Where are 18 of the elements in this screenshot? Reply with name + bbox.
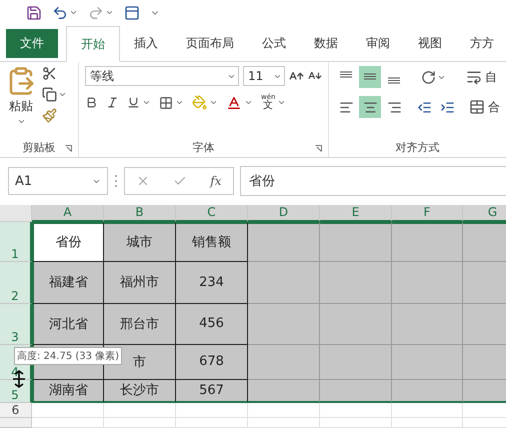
table-cell: 邢台市 (104, 304, 176, 345)
table-cell: 河北省 (32, 304, 104, 345)
table-cell: 城市 (104, 222, 176, 262)
table-cell: 456 (176, 304, 248, 345)
table-cell: 福州市 (104, 262, 176, 304)
table-cell: 湖南省 (32, 380, 104, 403)
phonetic-label: 文 (263, 101, 274, 112)
table-cell: 234 (176, 262, 248, 304)
table-cell: 678 (176, 344, 248, 380)
table-cell: 销售额 (176, 222, 248, 262)
group-label: 字体 (192, 140, 214, 155)
group-label: 剪贴板 (22, 140, 56, 155)
table-cell: 福建省 (32, 262, 104, 304)
table-cell: 省份 (32, 222, 104, 262)
group-label: 对齐方式 (396, 140, 440, 155)
table-cell: 长沙市 (104, 380, 176, 403)
row-height-tooltip: 高度: 24.75 (33 像素) (14, 346, 122, 365)
table-cell: 567 (176, 380, 248, 403)
